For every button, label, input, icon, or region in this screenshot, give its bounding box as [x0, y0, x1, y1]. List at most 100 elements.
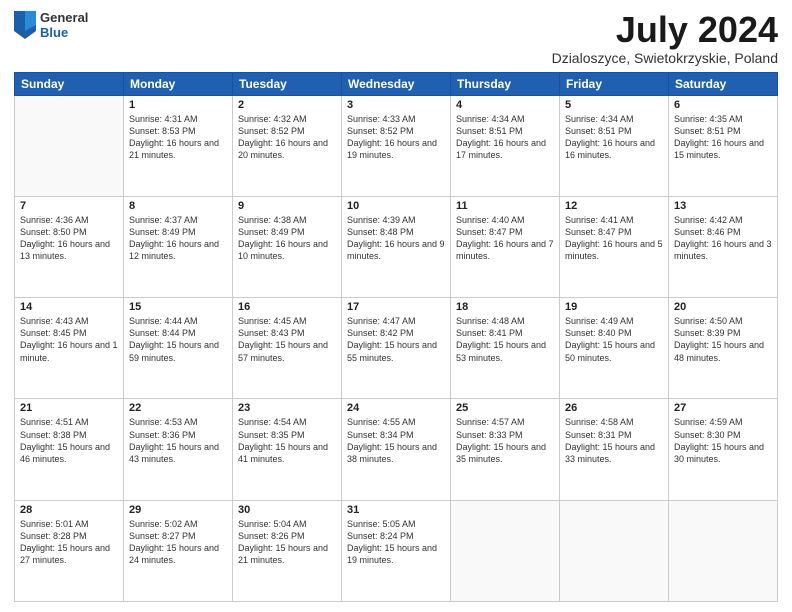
day-cell: 26 Sunrise: 4:58 AM Sunset: 8:31 PM Dayli…: [560, 399, 669, 500]
cell-info: Sunrise: 4:57 AM Sunset: 8:33 PM Dayligh…: [456, 416, 554, 465]
cell-info: Sunrise: 4:55 AM Sunset: 8:34 PM Dayligh…: [347, 416, 445, 465]
day-number: 6: [674, 99, 772, 111]
day-cell: 19 Sunrise: 4:49 AM Sunset: 8:40 PM Dayli…: [560, 298, 669, 399]
day-number: 25: [456, 402, 554, 414]
day-header-sunday: Sunday: [15, 72, 124, 95]
day-cell: 21 Sunrise: 4:51 AM Sunset: 8:38 PM Dayli…: [15, 399, 124, 500]
page: General Blue July 2024 Dzialoszyce, Swie…: [0, 0, 792, 612]
day-number: 17: [347, 301, 445, 313]
day-cell: 20 Sunrise: 4:50 AM Sunset: 8:39 PM Dayli…: [669, 298, 778, 399]
cell-info: Sunrise: 4:34 AM Sunset: 8:51 PM Dayligh…: [565, 113, 663, 162]
logo-text: General Blue: [40, 10, 88, 40]
day-number: 2: [238, 99, 336, 111]
day-header-saturday: Saturday: [669, 72, 778, 95]
title-block: July 2024 Dzialoszyce, Swietokrzyskie, P…: [552, 10, 778, 66]
cell-info: Sunrise: 4:59 AM Sunset: 8:30 PM Dayligh…: [674, 416, 772, 465]
day-number: 14: [20, 301, 118, 313]
cell-info: Sunrise: 4:32 AM Sunset: 8:52 PM Dayligh…: [238, 113, 336, 162]
day-number: 19: [565, 301, 663, 313]
cell-info: Sunrise: 4:48 AM Sunset: 8:41 PM Dayligh…: [456, 315, 554, 364]
day-cell: 31Sunrise: 5:05 AM Sunset: 8:24 PM Dayli…: [342, 500, 451, 601]
cell-info: Sunrise: 4:47 AM Sunset: 8:42 PM Dayligh…: [347, 315, 445, 364]
header: General Blue July 2024 Dzialoszyce, Swie…: [14, 10, 778, 66]
day-number: 16: [238, 301, 336, 313]
day-cell: 4Sunrise: 4:34 AM Sunset: 8:51 PM Daylig…: [451, 95, 560, 196]
day-cell: 16 Sunrise: 4:45 AM Sunset: 8:43 PM Dayli…: [233, 298, 342, 399]
logo-icon: [14, 11, 36, 39]
cell-info: Sunrise: 4:44 AM Sunset: 8:44 PM Dayligh…: [129, 315, 227, 364]
day-cell: [15, 95, 124, 196]
cell-info: Sunrise: 4:39 AM Sunset: 8:48 PM Dayligh…: [347, 214, 445, 263]
cell-info: Sunrise: 4:36 AM Sunset: 8:50 PM Dayligh…: [20, 214, 118, 263]
month-year: July 2024: [552, 10, 778, 50]
day-number: 12: [565, 200, 663, 212]
day-cell: 6 Sunrise: 4:35 AM Sunset: 8:51 PM Daylig…: [669, 95, 778, 196]
day-header-wednesday: Wednesday: [342, 72, 451, 95]
day-cell: 14 Sunrise: 4:43 AM Sunset: 8:45 PM Dayli…: [15, 298, 124, 399]
week-row-0: 1 Sunrise: 4:31 AM Sunset: 8:53 PM Daylig…: [15, 95, 778, 196]
day-cell: 25 Sunrise: 4:57 AM Sunset: 8:33 PM Dayli…: [451, 399, 560, 500]
day-number: 1: [129, 99, 227, 111]
cell-info: Sunrise: 4:53 AM Sunset: 8:36 PM Dayligh…: [129, 416, 227, 465]
day-number: 20: [674, 301, 772, 313]
day-number: 23: [238, 402, 336, 414]
day-cell: 24 Sunrise: 4:55 AM Sunset: 8:34 PM Dayli…: [342, 399, 451, 500]
day-cell: 12 Sunrise: 4:41 AM Sunset: 8:47 PM Dayli…: [560, 196, 669, 297]
cell-info: Sunrise: 4:58 AM Sunset: 8:31 PM Dayligh…: [565, 416, 663, 465]
week-row-2: 14 Sunrise: 4:43 AM Sunset: 8:45 PM Dayli…: [15, 298, 778, 399]
day-number: 7: [20, 200, 118, 212]
cell-info: Sunrise: 4:31 AM Sunset: 8:53 PM Dayligh…: [129, 113, 227, 162]
day-number: 28: [20, 504, 118, 516]
cell-info: Sunrise: 4:49 AM Sunset: 8:40 PM Dayligh…: [565, 315, 663, 364]
cell-info: Sunrise: 5:02 AM Sunset: 8:27 PM Dayligh…: [129, 518, 227, 567]
day-header-monday: Monday: [124, 72, 233, 95]
cell-info: Sunrise: 5:01 AM Sunset: 8:28 PM Dayligh…: [20, 518, 118, 567]
day-number: 26: [565, 402, 663, 414]
day-number: 18: [456, 301, 554, 313]
cell-info: Sunrise: 4:38 AM Sunset: 8:49 PM Dayligh…: [238, 214, 336, 263]
day-cell: 18 Sunrise: 4:48 AM Sunset: 8:41 PM Dayli…: [451, 298, 560, 399]
day-cell: 3 Sunrise: 4:33 AM Sunset: 8:52 PM Daylig…: [342, 95, 451, 196]
cell-info: Sunrise: 4:42 AM Sunset: 8:46 PM Dayligh…: [674, 214, 772, 263]
day-cell: 8 Sunrise: 4:37 AM Sunset: 8:49 PM Daylig…: [124, 196, 233, 297]
day-cell: 15Sunrise: 4:44 AM Sunset: 8:44 PM Dayli…: [124, 298, 233, 399]
day-header-thursday: Thursday: [451, 72, 560, 95]
day-number: 13: [674, 200, 772, 212]
day-number: 22: [129, 402, 227, 414]
day-number: 24: [347, 402, 445, 414]
cell-info: Sunrise: 5:05 AM Sunset: 8:24 PM Dayligh…: [347, 518, 445, 567]
cell-info: Sunrise: 4:54 AM Sunset: 8:35 PM Dayligh…: [238, 416, 336, 465]
location: Dzialoszyce, Swietokrzyskie, Poland: [552, 50, 778, 66]
day-cell: 11Sunrise: 4:40 AM Sunset: 8:47 PM Dayli…: [451, 196, 560, 297]
logo-general: General: [40, 10, 88, 25]
day-cell: 22 Sunrise: 4:53 AM Sunset: 8:36 PM Dayli…: [124, 399, 233, 500]
day-cell: 10 Sunrise: 4:39 AM Sunset: 8:48 PM Dayli…: [342, 196, 451, 297]
week-row-3: 21 Sunrise: 4:51 AM Sunset: 8:38 PM Dayli…: [15, 399, 778, 500]
week-row-1: 7 Sunrise: 4:36 AM Sunset: 8:50 PM Daylig…: [15, 196, 778, 297]
calendar-table: SundayMondayTuesdayWednesdayThursdayFrid…: [14, 72, 778, 602]
cell-info: Sunrise: 4:35 AM Sunset: 8:51 PM Dayligh…: [674, 113, 772, 162]
day-cell: [560, 500, 669, 601]
cell-info: Sunrise: 4:41 AM Sunset: 8:47 PM Dayligh…: [565, 214, 663, 263]
logo: General Blue: [14, 10, 88, 40]
day-cell: 30Sunrise: 5:04 AM Sunset: 8:26 PM Dayli…: [233, 500, 342, 601]
day-cell: [451, 500, 560, 601]
day-number: 21: [20, 402, 118, 414]
day-number: 8: [129, 200, 227, 212]
logo-blue: Blue: [40, 25, 88, 40]
cell-info: Sunrise: 4:37 AM Sunset: 8:49 PM Dayligh…: [129, 214, 227, 263]
day-cell: 9Sunrise: 4:38 AM Sunset: 8:49 PM Daylig…: [233, 196, 342, 297]
cell-info: Sunrise: 4:40 AM Sunset: 8:47 PM Dayligh…: [456, 214, 554, 263]
cell-info: Sunrise: 4:33 AM Sunset: 8:52 PM Dayligh…: [347, 113, 445, 162]
cell-info: Sunrise: 4:50 AM Sunset: 8:39 PM Dayligh…: [674, 315, 772, 364]
cell-info: Sunrise: 4:45 AM Sunset: 8:43 PM Dayligh…: [238, 315, 336, 364]
day-cell: 2 Sunrise: 4:32 AM Sunset: 8:52 PM Daylig…: [233, 95, 342, 196]
day-cell: [669, 500, 778, 601]
day-number: 29: [129, 504, 227, 516]
day-number: 10: [347, 200, 445, 212]
cell-info: Sunrise: 4:51 AM Sunset: 8:38 PM Dayligh…: [20, 416, 118, 465]
cell-info: Sunrise: 4:43 AM Sunset: 8:45 PM Dayligh…: [20, 315, 118, 364]
day-number: 3: [347, 99, 445, 111]
day-number: 5: [565, 99, 663, 111]
day-cell: 1 Sunrise: 4:31 AM Sunset: 8:53 PM Daylig…: [124, 95, 233, 196]
